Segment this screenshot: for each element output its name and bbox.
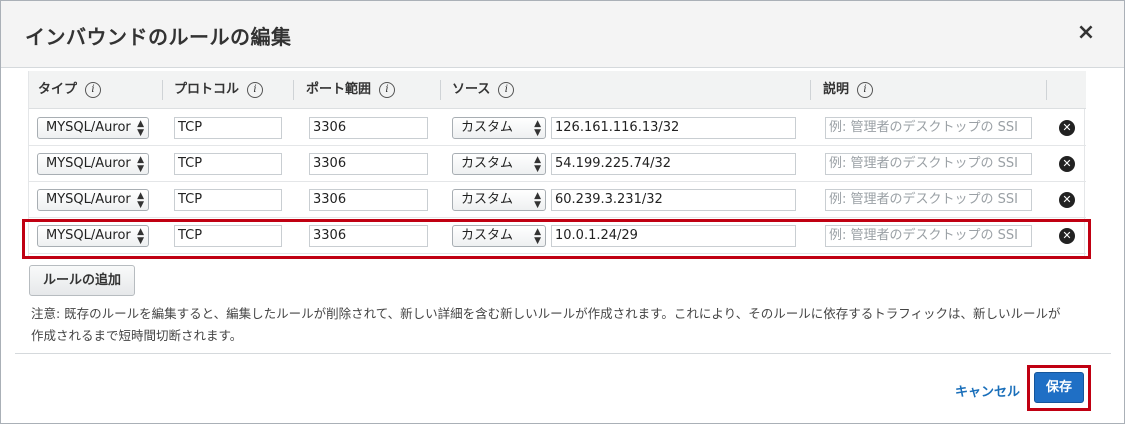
port-range-field[interactable]: 3306 [309,153,428,175]
source-cidr-field[interactable]: 126.161.116.13/32 [551,117,796,139]
port-range-field[interactable]: 3306 [309,117,428,139]
source-type-select[interactable]: カスタム ▲ ▼ [452,153,546,175]
column-divider [440,80,441,100]
source-type-select[interactable]: カスタム ▲ ▼ [452,189,546,211]
column-header-protocol: プロトコル i [174,71,264,109]
source-type-value: カスタム [461,120,514,135]
description-field[interactable]: 例: 管理者のデスクトップの SSI [825,153,1032,175]
source-type-select[interactable]: カスタム ▲ ▼ [452,117,546,139]
delete-rule-icon[interactable]: ✕ [1059,192,1075,208]
close-icon[interactable]: × [1074,21,1098,45]
column-header-type-label: タイプ [38,82,78,97]
column-header-source-label: ソース [452,82,491,97]
dialog-header: インバウンドのルールの編集 × [1,1,1124,68]
column-header-description-label: 説明 [823,82,850,97]
source-cidr-field[interactable]: 54.199.225.74/32 [551,153,796,175]
type-select[interactable]: MYSQL/Auror ▲ ▼ [37,117,149,139]
delete-rule-icon[interactable]: ✕ [1059,156,1075,172]
select-arrows-icon: ▲ ▼ [534,155,541,174]
column-divider [162,80,163,100]
type-select[interactable]: MYSQL/Auror ▲ ▼ [37,153,149,175]
table-row: MYSQL/Auror ▲ ▼ TCP 3306 カスタム ▲ ▼ 126.161.11… [29,110,1086,146]
info-icon[interactable]: i [857,81,874,98]
select-arrows-icon: ▲ ▼ [534,191,541,210]
column-header-type: タイプ i [38,71,102,109]
select-arrows-icon: ▲ ▼ [137,155,144,174]
table-row: MYSQL/Auror ▲ ▼ TCP 3306 カスタム ▲ ▼ 54.199.225… [29,146,1086,182]
dialog-title: インバウンドのルールの編集 [25,25,292,49]
info-icon[interactable]: i [247,81,264,98]
column-header-port-range-label: ポート範囲 [306,82,372,97]
protocol-field[interactable]: TCP [174,153,282,175]
column-header-description: 説明 i [823,71,874,109]
port-range-field[interactable]: 3306 [309,189,428,211]
type-select[interactable]: MYSQL/Auror ▲ ▼ [37,189,149,211]
edit-inbound-rules-dialog: インバウンドのルールの編集 × タイプ i プロトコル i ポート範囲 i ソース i … [0,0,1125,424]
column-divider [1046,80,1047,100]
save-button[interactable]: 保存 [1034,372,1084,403]
source-type-value: カスタム [461,192,514,207]
table-header: タイプ i プロトコル i ポート範囲 i ソース i 説明 i [29,71,1086,109]
description-field[interactable]: 例: 管理者のデスクトップの SSI [825,117,1032,139]
description-field[interactable]: 例: 管理者のデスクトップの SSI [825,189,1032,211]
delete-rule-icon[interactable]: ✕ [1059,120,1075,136]
column-header-protocol-label: プロトコル [174,82,240,97]
info-icon[interactable]: i [498,81,515,98]
add-rule-button[interactable]: ルールの追加 [29,265,135,296]
select-arrows-icon: ▲ ▼ [137,191,144,210]
type-select-value: MYSQL/Auror [46,192,131,207]
table-row: MYSQL/Auror ▲ ▼ TCP 3306 カスタム ▲ ▼ 60.239.3.2… [29,182,1086,218]
select-arrows-icon: ▲ ▼ [137,119,144,138]
type-select-value: MYSQL/Auror [46,120,131,135]
footer-divider [15,353,1111,354]
source-cidr-field[interactable]: 60.239.3.231/32 [551,189,796,211]
column-divider [810,80,811,100]
column-header-source: ソース i [452,71,515,109]
column-header-port-range: ポート範囲 i [306,71,396,109]
select-arrows-icon: ▲ ▼ [534,119,541,138]
warning-note: 注意: 既存のルールを編集すると、編集したルールが削除されて、新しい詳細を含む新… [31,306,1061,343]
source-type-value: カスタム [461,156,514,171]
column-divider [293,80,294,100]
protocol-field[interactable]: TCP [174,117,282,139]
cancel-link[interactable]: キャンセル [955,381,1020,400]
info-icon[interactable]: i [379,81,396,98]
highlight-box [22,219,1091,259]
type-select-value: MYSQL/Auror [46,156,131,171]
protocol-field[interactable]: TCP [174,189,282,211]
info-icon[interactable]: i [85,81,102,98]
